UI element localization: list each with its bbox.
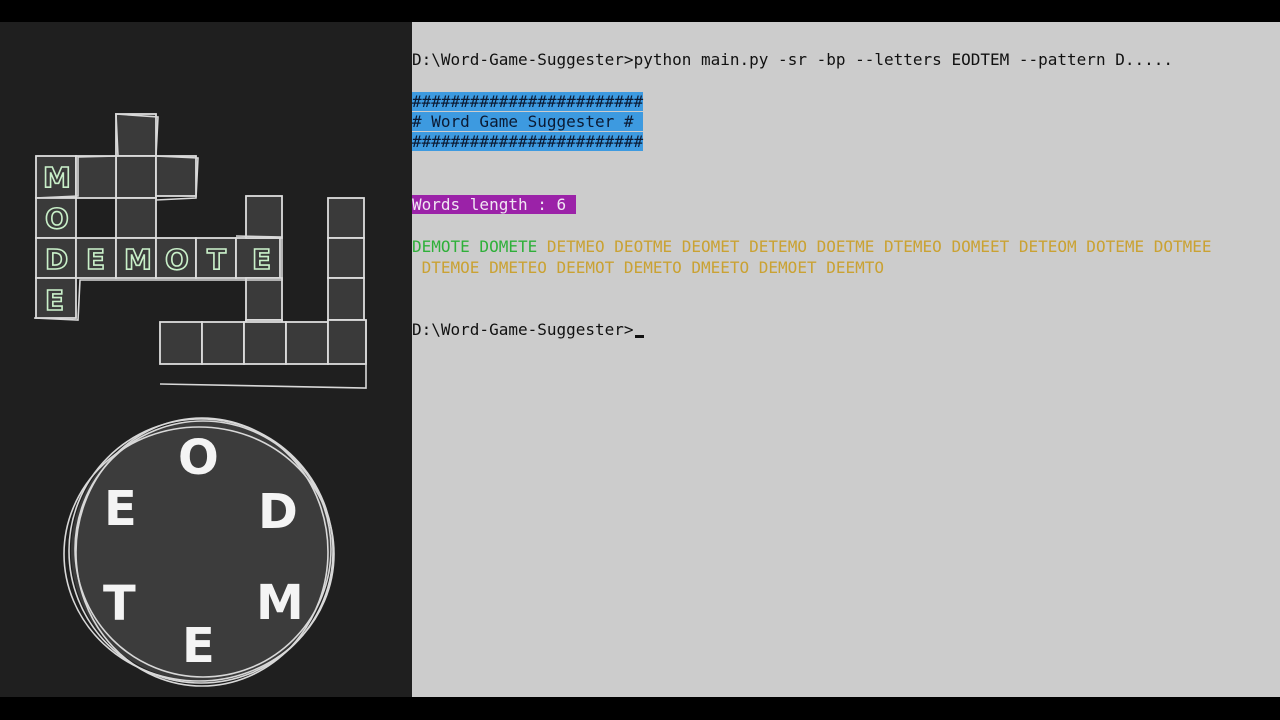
other-matches-cont: DTEMOE DMETEO DEEMOT DEMETO DMEETO DEMOE… [412, 258, 885, 277]
final-prompt: D:\Word-Game-Suggester> [412, 320, 634, 339]
svg-text:T: T [207, 243, 226, 276]
wheel-letter-m[interactable]: M [256, 575, 304, 631]
other-matches: DETMEO DEOTME DEOMET DETEMO DOETME DTEME… [537, 237, 1212, 256]
wheel-letter-o[interactable]: O [178, 430, 219, 486]
words-length-label: Words length : 6 [412, 195, 576, 215]
svg-text:E: E [252, 243, 271, 276]
command-line: D:\Word-Game-Suggester>python main.py -s… [412, 50, 1173, 70]
wheel-letter-e-left[interactable]: E [104, 481, 137, 537]
final-prompt-line[interactable]: D:\Word-Game-Suggester> [412, 320, 644, 340]
crossword-grid [33, 113, 367, 389]
crossword-board: M O D E E M O T E O D M E T E [33, 113, 367, 687]
prompt-text: D:\Word-Game-Suggester> [412, 50, 634, 69]
svg-text:E: E [86, 243, 105, 276]
svg-text:O: O [165, 243, 189, 276]
svg-text:D: D [45, 243, 68, 276]
bottom-letterbox [0, 697, 1280, 720]
banner-top-border: ######################## [412, 92, 644, 111]
terminal-window[interactable]: D:\Word-Game-Suggester>python main.py -s… [412, 22, 1280, 697]
command-text: python main.py -sr -bp --letters EODTEM … [633, 50, 1173, 69]
results-line-2: DTEMOE DMETEO DEEMOT DEMETO DMEETO DEMOE… [412, 258, 884, 278]
banner-title: # Word Game Suggester # [412, 112, 644, 132]
svg-text:E: E [45, 284, 64, 317]
best-matches: DEMOTE DOMETE [412, 237, 538, 256]
wheel-letter-t[interactable]: T [103, 576, 136, 632]
svg-text:O: O [45, 202, 69, 235]
svg-text:M: M [43, 161, 71, 194]
word-game-preview: M O D E E M O T E O D M E T E [0, 22, 412, 697]
results-line-1: DEMOTE DOMETE DETMEO DEOTME DEOMET DETEM… [412, 237, 1212, 257]
top-letterbox [0, 0, 1280, 22]
wheel-letter-d[interactable]: D [258, 484, 298, 540]
wheel-letter-e-bottom[interactable]: E [182, 618, 215, 674]
svg-text:M: M [124, 243, 152, 276]
text-cursor [634, 335, 644, 338]
letter-wheel: O D M E T E [63, 417, 335, 687]
banner-bottom-border: ######################## [412, 132, 644, 151]
